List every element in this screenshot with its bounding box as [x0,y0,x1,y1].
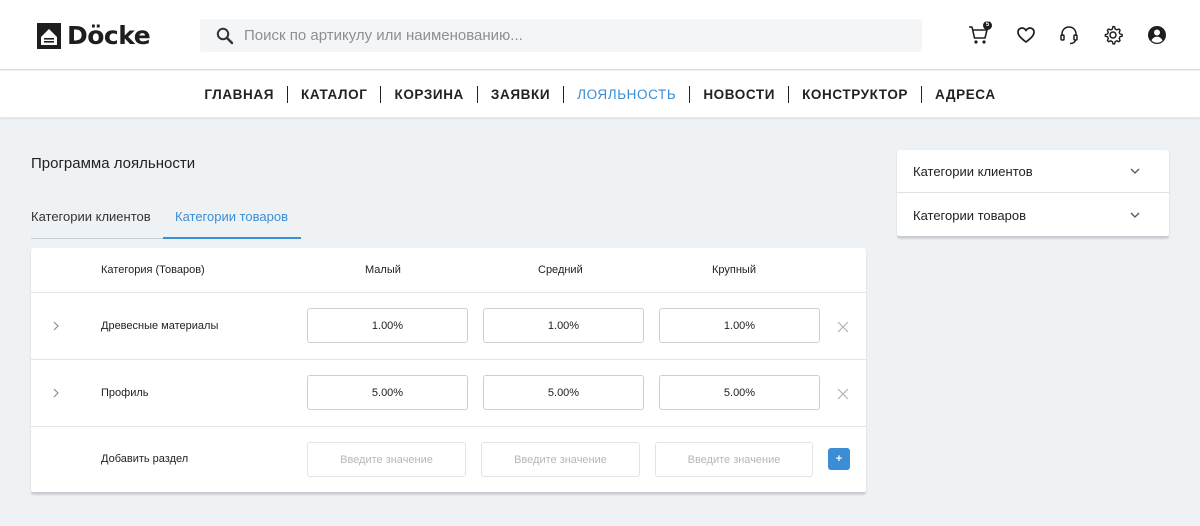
search-icon[interactable] [216,27,234,45]
add-section-label: Добавить раздел [101,453,189,465]
large-value-input[interactable] [659,375,820,410]
chevron-down-icon [1130,212,1140,218]
column-header-category: Категория (Товаров) [101,264,205,276]
favorites-button[interactable] [1015,24,1037,46]
chevron-right-icon[interactable] [51,320,61,332]
chevron-right-icon[interactable] [51,387,61,399]
add-section-row: Добавить раздел + [31,427,866,492]
headset-icon [1060,26,1078,45]
close-icon[interactable] [836,320,850,334]
search-input[interactable] [244,19,904,52]
row-category-label: Древесные материалы [101,320,219,332]
new-medium-value-input[interactable] [481,442,640,477]
new-large-value-input[interactable] [655,442,813,477]
nav-item-catalog[interactable]: КАТАЛОГ [287,85,380,103]
cart-count-badge: 5 [983,21,992,30]
close-icon[interactable] [836,387,850,401]
profile-button[interactable] [1146,24,1168,46]
medium-value-input[interactable] [483,308,644,343]
main-nav: ГЛАВНАЯ КАТАЛОГ КОРЗИНА ЗАЯВКИ ЛОЯЛЬНОСТ… [0,71,1200,117]
settings-button[interactable] [1102,24,1124,46]
house-logo-icon [37,23,61,49]
tab-product-categories[interactable]: Категории товаров [163,205,301,239]
nav-item-loyalty[interactable]: ЛОЯЛЬНОСТЬ [563,85,689,103]
add-section-button[interactable]: + [828,448,850,470]
logo[interactable]: Döcke [37,21,151,50]
accordion-item-label: Категории клиентов [913,164,1033,179]
user-avatar-icon [1148,26,1166,44]
header: Döcke 5 [0,0,1200,70]
table-row: Профиль [31,360,866,427]
tab-bar: Категории клиентов Категории товаров [31,205,301,239]
nav-item-cart[interactable]: КОРЗИНА [380,85,476,103]
nav-item-addresses[interactable]: АДРЕСА [921,85,1009,103]
accordion-item-label: Категории товаров [913,208,1027,223]
column-header-medium: Средний [538,264,583,276]
page-title: Программа лояльности [31,155,196,172]
search-bar [200,19,922,52]
loyalty-table: Категория (Товаров) Малый Средний Крупны… [31,248,866,494]
column-header-small: Малый [365,264,401,276]
nav-item-constructor[interactable]: КОНСТРУКТОР [788,85,921,103]
small-value-input[interactable] [307,308,468,343]
support-button[interactable] [1058,24,1080,46]
heart-icon [1017,27,1035,44]
table-row: Древесные материалы [31,293,866,360]
large-value-input[interactable] [659,308,820,343]
nav-item-requests[interactable]: ЗАЯВКИ [476,85,563,103]
table-header: Категория (Товаров) Малый Средний Крупны… [31,248,866,293]
medium-value-input[interactable] [483,375,644,410]
chevron-down-icon [1130,168,1140,174]
accordion-item-client-categories[interactable]: Категории клиентов [897,150,1169,193]
new-small-value-input[interactable] [307,442,466,477]
accordion-item-product-categories[interactable]: Категории товаров [897,194,1169,237]
gear-icon [1104,25,1123,45]
row-category-label: Профиль [101,387,149,399]
column-header-large: Крупный [712,264,756,276]
tab-client-categories[interactable]: Категории клиентов [31,205,163,239]
cart-button[interactable]: 5 [968,21,992,46]
nav-item-news[interactable]: НОВОСТИ [689,85,788,103]
nav-item-home[interactable]: ГЛАВНАЯ [191,86,287,103]
small-value-input[interactable] [307,375,468,410]
logo-text: Döcke [67,21,151,50]
category-accordion: Категории клиентов Категории товаров [897,150,1169,238]
